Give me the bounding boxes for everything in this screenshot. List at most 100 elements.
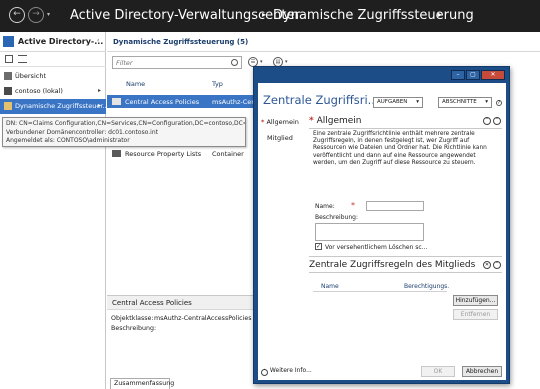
required-marker: * — [309, 116, 314, 126]
maximize-button[interactable]: ▢ — [466, 70, 480, 80]
container-icon — [112, 98, 121, 105]
navigation-title: Active Directory-... — [18, 37, 104, 46]
dialog-content: * Allgemein ˄ ˄ Eine zentrale Zugriffsri… — [309, 113, 502, 371]
remove-button[interactable]: Entfernen — [453, 309, 498, 320]
breadcrumb-separator: ▸ — [262, 10, 267, 19]
nav-item-label: Allgemein — [266, 118, 299, 126]
dialog-body: Zentrale Zugriffsri... AUFGABEN ▾ ABSCHN… — [258, 83, 506, 380]
expand-icon: ˄ — [261, 369, 268, 376]
navigation-header: Active Directory-... ‹ — [0, 32, 106, 52]
sections-label: ABSCHNITTE — [442, 99, 477, 105]
tasks-label: AUFGABEN — [377, 99, 408, 105]
description-label: Beschreibung: — [315, 214, 358, 221]
column-header-type[interactable]: Typ — [212, 80, 223, 88]
tree-view-icon[interactable] — [18, 55, 27, 63]
remove-section-icon[interactable]: ✕ — [483, 261, 491, 269]
details-header: Central Access Policies — [107, 295, 255, 310]
more-info-text: Weitere Info... — [269, 367, 312, 374]
sidebar-item-domain[interactable]: contoso (lokal) ▸ — [0, 84, 106, 99]
expand-arrow-icon[interactable]: ▸ — [98, 102, 101, 109]
close-button[interactable]: ✕ — [481, 70, 505, 80]
dialog-title: Zentrale Zugriffsri... — [263, 93, 379, 107]
navigation-toolbar — [0, 52, 106, 67]
general-section-title: * Allgemein — [309, 116, 362, 126]
sidebar-item-label: contoso (lokal) — [15, 87, 63, 95]
chevron-down-icon: ▾ — [485, 99, 488, 105]
details-title: Central Access Policies — [112, 299, 192, 307]
table-row[interactable]: Central Access Policies msAuthz-Cent — [107, 95, 258, 108]
members-section-title: Zentrale Zugriffsregeln des Mitglieds — [309, 260, 476, 270]
sidebar-item-dynamic-access-control[interactable]: Dynamische Zugriffssteuer... ▸ — [0, 99, 109, 114]
grid-header-rule — [313, 291, 447, 292]
title-bar: ← → ▾ Active Directory-Verwaltungscenter… — [0, 0, 540, 32]
row-type: msAuthz-Cent — [212, 98, 258, 106]
breadcrumb-current[interactable]: Dynamische Zugriffssteuerung — [273, 8, 474, 23]
name-field[interactable] — [366, 201, 424, 211]
collapse-section-icon[interactable]: ˄ — [493, 117, 501, 125]
name-label: Name: — [315, 203, 335, 210]
column-header-name[interactable]: Name — [126, 80, 145, 88]
chevron-down-icon: ▾ — [416, 99, 419, 105]
column-header-name[interactable]: Name — [321, 283, 339, 290]
tasks-dropdown[interactable]: AUFGABEN ▾ — [373, 97, 423, 108]
cancel-button[interactable]: Abbrechen — [462, 366, 502, 377]
dialog-footer: ˄ Weitere Info... OK Abbrechen — [258, 366, 506, 380]
help-icon[interactable]: ? — [496, 100, 502, 106]
collapse-section-icon[interactable]: ˄ — [493, 261, 501, 269]
beschreibung-label: Beschreibung: — [111, 325, 157, 332]
policy-dialog: – ▢ ✕ Zentrale Zugriffsri... AUFGABEN ▾ … — [253, 66, 510, 384]
nav-item-label: Mitglied — [267, 134, 293, 142]
forward-button[interactable]: → — [28, 7, 44, 23]
general-description: Eine zentrale Zugriffsrichtlinie enthält… — [313, 131, 487, 166]
navigation-pane: Active Directory-... ‹ Übersicht contoso… — [0, 32, 109, 389]
sidebar-item-label: Übersicht — [15, 72, 46, 80]
domain-icon — [4, 87, 12, 95]
column-header-rights[interactable]: Berechtigungs. — [404, 283, 449, 290]
objektklasse-value: msAuthz-CentralAccessPolicies — [154, 315, 252, 322]
more-info-link[interactable]: ˄ Weitere Info... — [261, 367, 312, 376]
tooltip-line: Angemeldet als: CONTOSO\administrator — [6, 137, 130, 144]
required-marker: * — [261, 118, 265, 126]
overview-icon — [4, 72, 12, 80]
filter-input[interactable]: Filter — [112, 56, 242, 69]
filter-placeholder: Filter — [116, 59, 133, 67]
details-panel: Objektklasse: msAuthz-CentralAccessPolic… — [107, 310, 255, 377]
required-marker: * — [351, 201, 355, 210]
ok-button[interactable]: OK — [421, 366, 455, 377]
general-title-text: Allgemein — [316, 116, 362, 126]
row-name: Central Access Policies — [125, 98, 200, 106]
sections-dropdown[interactable]: ABSCHNITTE ▾ — [438, 97, 492, 108]
nav-item-member[interactable]: Mitglied — [267, 134, 293, 142]
chevron-down-icon[interactable]: ▾ — [260, 59, 263, 65]
search-icon — [231, 59, 238, 66]
page-title: Dynamische Zugriffssteuerung (5) — [113, 38, 249, 46]
row-type: Container — [212, 150, 244, 158]
chevron-down-icon[interactable]: ▾ — [285, 59, 288, 65]
expand-arrow-icon[interactable]: ▸ — [98, 87, 101, 94]
minimize-button[interactable]: – — [451, 70, 465, 80]
ad-logo-icon — [3, 36, 14, 47]
folder-icon — [4, 102, 12, 110]
section-divider — [309, 272, 502, 273]
back-button[interactable]: ← — [9, 7, 25, 23]
sidebar-item-overview[interactable]: Übersicht — [0, 69, 106, 84]
section-divider — [309, 128, 502, 129]
content-header: Dynamische Zugriffssteuerung (5) — [107, 32, 540, 52]
section-divider — [309, 256, 502, 257]
collapse-up-icon[interactable]: ˄ — [483, 117, 491, 125]
breadcrumb-separator: ▸ — [438, 10, 443, 19]
history-dropdown-icon[interactable]: ▾ — [47, 11, 50, 18]
nav-item-general[interactable]: * Allgemein — [261, 118, 299, 126]
row-name[interactable]: Resource Property Lists — [125, 150, 201, 158]
list-view-icon[interactable] — [5, 55, 13, 63]
add-button[interactable]: Hinzufügen... — [453, 295, 498, 306]
dialog-section-nav: * Allgemein Mitglied — [258, 116, 308, 346]
objektklasse-label: Objektklasse: — [111, 315, 154, 322]
domain-tooltip: DN: CN=Claims Configuration,CN=Services,… — [2, 117, 246, 147]
protect-label: Vor versehentlichem Löschen sc... — [325, 244, 428, 251]
tab-summary[interactable]: Zusammenfassung — [110, 378, 174, 389]
protect-checkbox[interactable]: ✓ — [315, 243, 322, 250]
sidebar-item-label: Dynamische Zugriffssteuer... — [15, 102, 109, 110]
collapse-pane-icon[interactable]: ‹ — [97, 37, 99, 44]
description-field[interactable] — [315, 223, 424, 241]
